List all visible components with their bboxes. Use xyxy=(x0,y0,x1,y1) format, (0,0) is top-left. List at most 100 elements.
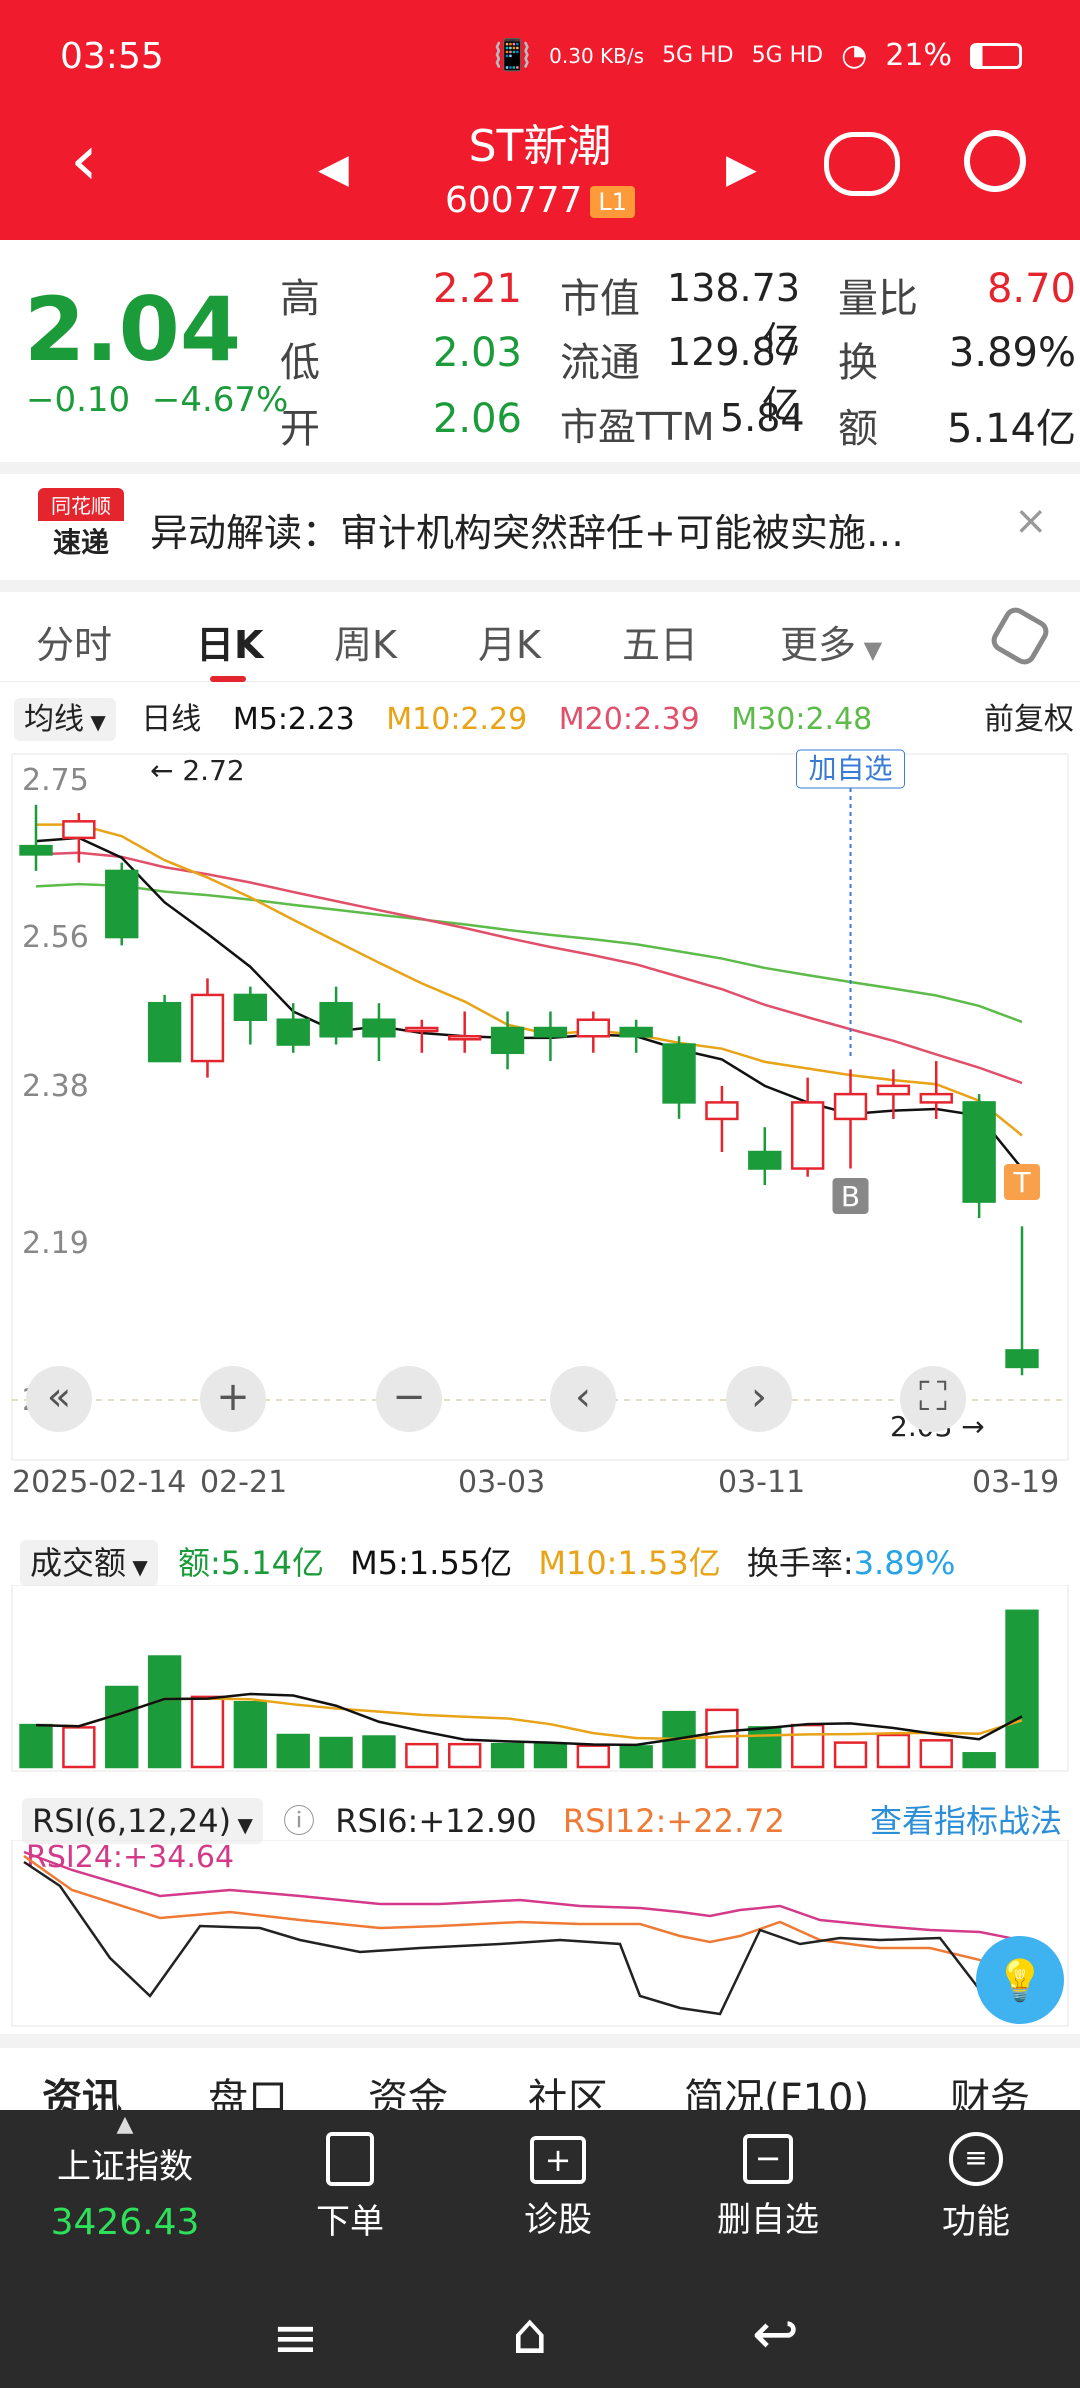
zoom-out-button[interactable]: − xyxy=(376,1366,442,1432)
divider xyxy=(0,2034,1080,2048)
lightbulb-icon: 💡 xyxy=(995,1957,1045,2004)
back-nav-icon[interactable]: ↩ xyxy=(752,2302,799,2367)
tab-intraday[interactable]: 分时 xyxy=(36,614,112,669)
volume-bar xyxy=(405,1742,439,1769)
rsi-indicator-select[interactable]: RSI(6,12,24) ▼ xyxy=(22,1798,263,1844)
y-tick-label: 2.75 xyxy=(22,763,89,798)
rsi-strategy-link[interactable]: 查看指标战法 xyxy=(870,1796,1062,1842)
remove-watch-icon: − xyxy=(743,2134,793,2184)
volume-bar xyxy=(576,1744,610,1769)
rsi24-line xyxy=(23,1850,1031,1944)
nav-remove-watch[interactable]: − 删自选 xyxy=(708,2132,828,2241)
scroll-right-button[interactable]: › xyxy=(726,1366,792,1432)
candle-body xyxy=(576,1018,610,1038)
volume-turnover-label: 换手率: xyxy=(746,1544,854,1582)
volume-bar xyxy=(62,1726,96,1769)
adjust-toggle[interactable]: 前复权 xyxy=(984,694,1074,738)
menu-icon[interactable]: ≡ xyxy=(272,2306,319,2371)
nav-functions[interactable]: ≡ 功能 xyxy=(916,2132,1036,2243)
volume-indicator-select[interactable]: 成交额 ▼ xyxy=(20,1540,158,1586)
volume-amount: 额:5.14亿 xyxy=(177,1544,324,1582)
index-ticker[interactable]: ▲ 上证指数 3426.43 xyxy=(40,2110,210,2243)
volume-bar xyxy=(533,1742,568,1769)
rsi-header: RSI(6,12,24) ▼ ⓘ RSI6:+12.90 RSI12:+22.7… xyxy=(22,1796,1062,1844)
search-icon[interactable] xyxy=(964,130,1026,192)
nav-order[interactable]: 下单 xyxy=(290,2132,410,2243)
volume-bar xyxy=(919,1739,953,1769)
candle-body xyxy=(662,1043,696,1104)
settings-icon[interactable] xyxy=(987,603,1053,669)
candle-body xyxy=(619,1026,653,1038)
news-text: 异动解读：审计机构突然辞任+可能被实施… xyxy=(150,511,904,555)
fullscreen-icon[interactable]: ⛶ xyxy=(900,1366,966,1432)
open-value: 2.06 xyxy=(432,396,522,442)
nav-functions-label: 功能 xyxy=(942,2202,1010,2242)
volume-chart[interactable] xyxy=(0,1585,1080,1775)
help-icon[interactable]: ⓘ xyxy=(283,1802,315,1840)
volume-bar xyxy=(147,1655,182,1769)
scroll-left-fast-button[interactable]: « xyxy=(26,1366,92,1432)
ma-mode-label: 均线 xyxy=(24,702,84,737)
ma30-line xyxy=(35,882,1023,1024)
active-tab-indicator xyxy=(210,676,246,682)
rsi-chart[interactable]: 💡 xyxy=(0,1840,1080,2030)
next-stock-button[interactable]: ▶ xyxy=(726,146,757,192)
volume-bar xyxy=(448,1742,482,1769)
volume-ma5-line xyxy=(35,1692,1023,1747)
tab-daily-k[interactable]: 日K xyxy=(196,614,263,669)
zoom-in-button[interactable]: + xyxy=(200,1366,266,1432)
candle-body xyxy=(62,820,96,840)
candle-body xyxy=(319,1001,353,1038)
candle-body xyxy=(790,1101,825,1170)
status-time: 03:55 xyxy=(60,36,164,77)
wifi-icon: ◔ xyxy=(841,38,868,73)
tab-monthly-k[interactable]: 月K xyxy=(478,614,541,669)
price-change: −0.10 −4.67% xyxy=(26,380,288,420)
high-label: 高 xyxy=(280,276,320,322)
nav-diagnose-label: 诊股 xyxy=(524,2200,592,2240)
candle-body xyxy=(533,1026,568,1038)
scroll-left-button[interactable]: ‹ xyxy=(550,1366,616,1432)
y-tick-label: 2.56 xyxy=(22,920,89,955)
nav-diagnose[interactable]: + 诊股 xyxy=(498,2132,618,2241)
chevron-up-icon: ▲ xyxy=(116,2112,134,2137)
lightbulb-button[interactable]: 💡 xyxy=(976,1936,1064,2024)
tab-weekly-k[interactable]: 周K xyxy=(334,614,397,669)
candle-body xyxy=(962,1101,996,1203)
candle-body xyxy=(105,869,139,939)
ma5-value: M5:2.23 xyxy=(232,702,355,737)
change-value: −0.10 xyxy=(26,380,131,420)
x-tick-label: 03-19 xyxy=(972,1465,1059,1500)
tab-five-day[interactable]: 五日 xyxy=(622,614,698,669)
rsi6-line xyxy=(23,1860,1041,2016)
volume-m10: M10:1.53亿 xyxy=(538,1544,721,1582)
chevron-down-icon: ▼ xyxy=(126,1555,148,1579)
low-label: 低 xyxy=(280,340,320,386)
ma-mode-select[interactable]: 均线 ▼ xyxy=(14,698,116,741)
functions-icon: ≡ xyxy=(949,2132,1003,2186)
net-speed: 0.30 KB/s xyxy=(549,43,645,68)
ma5-line xyxy=(35,836,1023,1170)
ma20-line xyxy=(35,851,1023,1085)
home-icon[interactable]: ⌂ xyxy=(512,2302,548,2367)
low-value: 2.03 xyxy=(432,330,522,376)
buy-marker: B xyxy=(841,1180,860,1213)
ma20-value: M20:2.39 xyxy=(558,702,700,737)
sell-marker: T xyxy=(1012,1166,1031,1199)
volume-bar xyxy=(490,1742,525,1769)
candle-body xyxy=(405,1026,439,1033)
tab-more-label: 更多 xyxy=(780,623,857,667)
change-pct: −4.67% xyxy=(151,380,289,420)
ma-bar: 均线 ▼ 日线 M5:2.23 M10:2.29 M20:2.39 M30:2.… xyxy=(14,694,1074,741)
close-icon[interactable]: × xyxy=(1014,498,1048,544)
turnover-label: 换 xyxy=(838,340,878,386)
volume-bar xyxy=(790,1723,825,1769)
tab-more[interactable]: 更多 ▼ xyxy=(780,614,882,669)
info-tabs: 资讯 盘口 资金 社区 简况(F10) 财务 xyxy=(0,2066,1080,2122)
volume-bar xyxy=(876,1733,911,1769)
stock-code-row: 600777 L1 xyxy=(0,180,1080,221)
news-logo-bottom: 速递 xyxy=(52,526,109,559)
news-banner[interactable]: 同花顺 速递 异动解读：审计机构突然辞任+可能被实施… × xyxy=(0,470,1080,580)
candle-body xyxy=(190,993,225,1063)
robot-assistant-icon[interactable] xyxy=(824,132,900,196)
